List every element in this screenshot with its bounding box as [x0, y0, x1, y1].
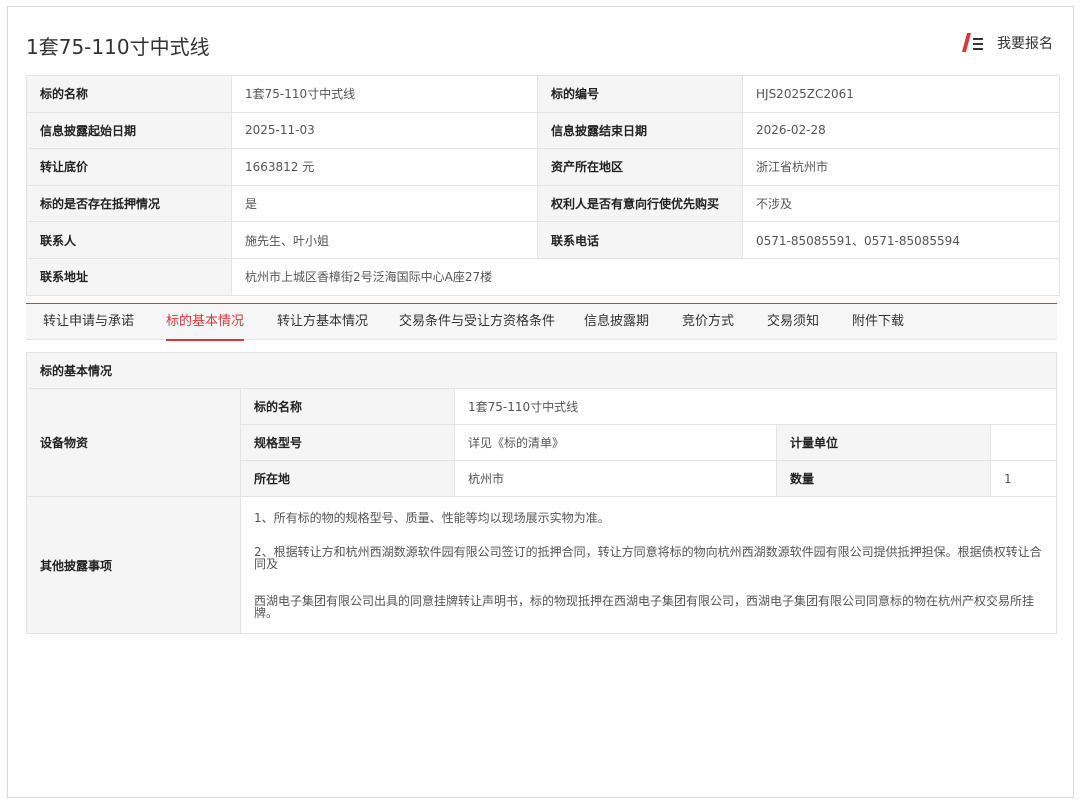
- location-label: 所在地: [240, 460, 455, 497]
- equipment-label: 设备物资: [26, 388, 241, 497]
- detail-page: 1套75-110寸中式线 我要报名 标的名称 1套75-110寸中式线 标的编号…: [7, 6, 1074, 798]
- other-disclosure-label: 其他披露事项: [26, 496, 241, 634]
- tab-trade-notice[interactable]: 交易须知: [767, 304, 819, 340]
- name-value: 1套75-110寸中式线: [453, 388, 1058, 425]
- other-disclosure-content: 1、所有标的物的规格型号、质量、性能等均以现场展示实物为准。 2、根据转让方和杭…: [239, 496, 1058, 634]
- info-label: 标的编号: [537, 75, 743, 113]
- info-label: 权利人是否有意向行使优先购买: [537, 184, 743, 223]
- table-row: 标的基本情况: [25, 352, 1058, 389]
- unit-value: [989, 424, 1058, 461]
- signup-label: 我要报名: [997, 36, 1053, 52]
- table-row: 联系人 施先生、叶小姐 联系电话 0571-85085591、0571-8508…: [26, 221, 1060, 259]
- address-value: 杭州市上城区香樟街2号泛海国际中心A座27楼: [231, 257, 1060, 296]
- disclosure-paragraph: 2、根据转让方和杭州西湖数源软件园有限公司签订的抵押合同，转让方同意将标的物向杭…: [254, 544, 1042, 571]
- info-label: 信息披露结束日期: [537, 111, 743, 150]
- signup-pen-icon: [962, 33, 983, 52]
- section-title: 标的基本情况: [25, 352, 1058, 389]
- info-value: 1套75-110寸中式线: [231, 75, 538, 113]
- name-label: 标的名称: [240, 388, 455, 425]
- info-value: 1663812 元: [231, 148, 538, 186]
- spec-value: 详见《标的清单》: [454, 424, 777, 461]
- signup-button[interactable]: 我要报名: [961, 31, 1053, 55]
- tab-basic-info[interactable]: 标的基本情况: [166, 304, 245, 341]
- info-value: 2025-11-03: [231, 111, 538, 150]
- quantity-value: 1: [989, 460, 1058, 497]
- table-row: 标的是否存在抵押情况 是 权利人是否有意向行使优先购买 不涉及: [26, 184, 1060, 223]
- basic-info-table: 标的基本情况 设备物资 标的名称 1套75-110寸中式线 规格型号 详见《标的…: [25, 352, 1058, 634]
- info-label: 标的是否存在抵押情况: [26, 184, 232, 223]
- table-row: 其他披露事项 1、所有标的物的规格型号、质量、性能等均以现场展示实物为准。 2、…: [26, 496, 1058, 634]
- info-value: 是: [231, 184, 538, 223]
- tab-bidding-method[interactable]: 竞价方式: [682, 304, 734, 340]
- info-label: 信息披露起始日期: [26, 111, 232, 150]
- location-value: 杭州市: [454, 460, 777, 497]
- table-row: 转让底价 1663812 元 资产所在地区 浙江省杭州市: [26, 148, 1060, 186]
- disclosure-paragraph: 1、所有标的物的规格型号、质量、性能等均以现场展示实物为准。: [254, 510, 610, 525]
- tab-bar: 转让申请与承诺 标的基本情况 转让方基本情况 交易条件与受让方资格条件 信息披露…: [26, 303, 1057, 341]
- info-label: 转让底价: [26, 148, 232, 186]
- page-header: 1套75-110寸中式线 我要报名: [8, 7, 1073, 77]
- table-row: 设备物资 标的名称 1套75-110寸中式线: [26, 388, 1058, 497]
- table-row: 联系地址 杭州市上城区香樟街2号泛海国际中心A座27楼: [26, 257, 1060, 296]
- info-label: 联系电话: [537, 221, 743, 259]
- tab-disclosure-period[interactable]: 信息披露期: [584, 304, 649, 340]
- info-value: 2026-02-28: [742, 111, 1060, 150]
- info-value: HJS2025ZC2061: [742, 75, 1060, 113]
- info-label: 资产所在地区: [537, 148, 743, 186]
- spec-label: 规格型号: [240, 424, 455, 461]
- info-label: 联系人: [26, 221, 232, 259]
- unit-label: 计量单位: [776, 424, 991, 461]
- page-title: 1套75-110寸中式线: [26, 35, 210, 59]
- table-row: 标的名称 1套75-110寸中式线 标的编号 HJS2025ZC2061: [26, 75, 1060, 113]
- tab-transferor-info[interactable]: 转让方基本情况: [277, 304, 368, 340]
- quantity-label: 数量: [776, 460, 991, 497]
- tab-transfer-application[interactable]: 转让申请与承诺: [43, 304, 134, 340]
- info-value: 不涉及: [742, 184, 1060, 223]
- info-label: 标的名称: [26, 75, 232, 113]
- address-label: 联系地址: [26, 257, 232, 296]
- tab-attachments[interactable]: 附件下载: [852, 304, 904, 340]
- disclosure-paragraph: 西湖电子集团有限公司出具的同意挂牌转让声明书，标的物现抵押在西湖电子集团有限公司…: [254, 593, 1035, 620]
- info-value: 0571-85085591、0571-85085594: [742, 221, 1060, 259]
- info-value: 浙江省杭州市: [742, 148, 1060, 186]
- table-row: 信息披露起始日期 2025-11-03 信息披露结束日期 2026-02-28: [26, 111, 1060, 150]
- info-table: 标的名称 1套75-110寸中式线 标的编号 HJS2025ZC2061 信息披…: [26, 75, 1060, 296]
- info-value: 施先生、叶小姐: [231, 221, 538, 259]
- tab-trade-conditions[interactable]: 交易条件与受让方资格条件: [399, 304, 555, 340]
